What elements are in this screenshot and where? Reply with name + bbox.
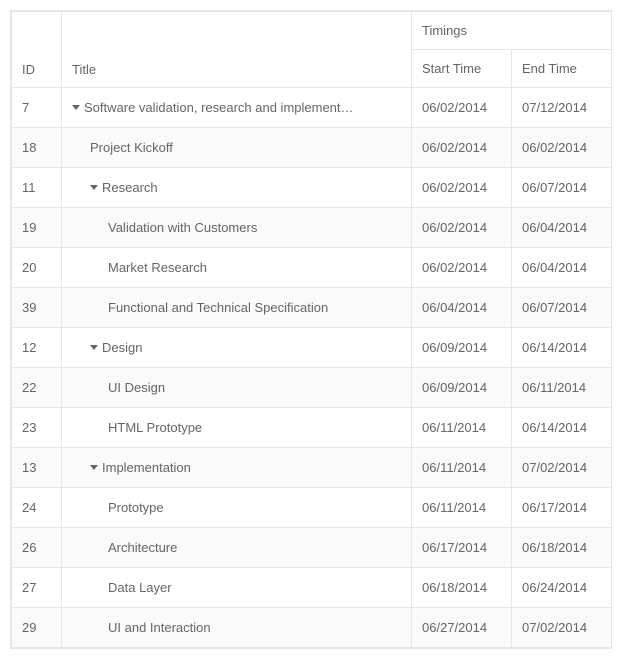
title-text: Design (102, 340, 142, 355)
cell-start-time: 06/04/2014 (412, 288, 512, 328)
table-row[interactable]: 24 Prototype 06/11/201406/17/2014 (12, 488, 612, 528)
cell-id: 13 (12, 448, 62, 488)
header-id[interactable]: ID (12, 12, 62, 88)
cell-title: Market Research (62, 248, 412, 288)
cell-id: 18 (12, 128, 62, 168)
table-body: 7 Software validation, research and imple… (12, 88, 612, 648)
cell-start-time: 06/11/2014 (412, 408, 512, 448)
cell-end-time: 06/14/2014 (512, 408, 612, 448)
cell-start-time: 06/09/2014 (412, 368, 512, 408)
cell-start-time: 06/02/2014 (412, 128, 512, 168)
cell-end-time: 06/04/2014 (512, 248, 612, 288)
cell-end-time: 06/07/2014 (512, 168, 612, 208)
cell-start-time: 06/11/2014 (412, 448, 512, 488)
table-row[interactable]: 7 Software validation, research and imple… (12, 88, 612, 128)
cell-title: Implementation (62, 448, 412, 488)
table-row[interactable]: 12 Design 06/09/201406/14/2014 (12, 328, 612, 368)
table-row[interactable]: 39 Functional and Technical Specification… (12, 288, 612, 328)
cell-title: HTML Prototype (62, 408, 412, 448)
chevron-down-icon[interactable] (90, 345, 98, 350)
cell-end-time: 06/04/2014 (512, 208, 612, 248)
table-row[interactable]: 26 Architecture 06/17/201406/18/2014 (12, 528, 612, 568)
chevron-down-icon[interactable] (90, 465, 98, 470)
table-row[interactable]: 27 Data Layer 06/18/201406/24/2014 (12, 568, 612, 608)
cell-id: 20 (12, 248, 62, 288)
table-row[interactable]: 18 Project Kickoff 06/02/201406/02/2014 (12, 128, 612, 168)
cell-title: Validation with Customers (62, 208, 412, 248)
title-text: UI and Interaction (108, 620, 211, 635)
cell-id: 24 (12, 488, 62, 528)
cell-title: UI Design (62, 368, 412, 408)
cell-end-time: 07/12/2014 (512, 88, 612, 128)
cell-title: Functional and Technical Specification (62, 288, 412, 328)
table-row[interactable]: 22 UI Design 06/09/201406/11/2014 (12, 368, 612, 408)
table-row[interactable]: 29 UI and Interaction 06/27/201407/02/2014 (12, 608, 612, 648)
cell-title: Data Layer (62, 568, 412, 608)
header-end-time[interactable]: End Time (512, 50, 612, 88)
table-row[interactable]: 19 Validation with Customers 06/02/201406/… (12, 208, 612, 248)
title-text: Functional and Technical Specification (108, 300, 328, 315)
chevron-down-icon[interactable] (72, 105, 80, 110)
cell-end-time: 06/24/2014 (512, 568, 612, 608)
cell-start-time: 06/09/2014 (412, 328, 512, 368)
cell-end-time: 06/11/2014 (512, 368, 612, 408)
title-text: Implementation (102, 460, 191, 475)
header-timings[interactable]: Timings (412, 12, 612, 50)
cell-title: UI and Interaction (62, 608, 412, 648)
table-row[interactable]: 23 HTML Prototype 06/11/201406/14/2014 (12, 408, 612, 448)
chevron-down-icon[interactable] (90, 185, 98, 190)
cell-start-time: 06/27/2014 (412, 608, 512, 648)
title-text: Data Layer (108, 580, 172, 595)
cell-title: Architecture (62, 528, 412, 568)
cell-end-time: 07/02/2014 (512, 608, 612, 648)
cell-end-time: 06/02/2014 (512, 128, 612, 168)
cell-end-time: 06/17/2014 (512, 488, 612, 528)
table-row[interactable]: 13 Implementation 06/11/201407/02/2014 (12, 448, 612, 488)
cell-start-time: 06/11/2014 (412, 488, 512, 528)
cell-end-time: 06/07/2014 (512, 288, 612, 328)
cell-start-time: 06/02/2014 (412, 208, 512, 248)
tree-table: ID Title Timings Start Time End Time 7 So… (10, 10, 612, 649)
cell-title: Prototype (62, 488, 412, 528)
cell-id: 12 (12, 328, 62, 368)
cell-title: Project Kickoff (62, 128, 412, 168)
cell-start-time: 06/02/2014 (412, 168, 512, 208)
cell-id: 39 (12, 288, 62, 328)
title-text: Project Kickoff (90, 140, 173, 155)
header-start-time[interactable]: Start Time (412, 50, 512, 88)
title-text: Validation with Customers (108, 220, 257, 235)
cell-id: 7 (12, 88, 62, 128)
cell-title: Software validation, research and implem… (62, 88, 412, 128)
title-text: UI Design (108, 380, 165, 395)
cell-end-time: 07/02/2014 (512, 448, 612, 488)
title-text: Research (102, 180, 158, 195)
cell-id: 11 (12, 168, 62, 208)
cell-id: 19 (12, 208, 62, 248)
table-row[interactable]: 20 Market Research 06/02/201406/04/2014 (12, 248, 612, 288)
cell-title: Research (62, 168, 412, 208)
cell-start-time: 06/17/2014 (412, 528, 512, 568)
title-text: Software validation, research and implem… (84, 100, 354, 115)
title-text: Prototype (108, 500, 164, 515)
cell-id: 23 (12, 408, 62, 448)
cell-start-time: 06/02/2014 (412, 248, 512, 288)
cell-end-time: 06/14/2014 (512, 328, 612, 368)
table-header: ID Title Timings Start Time End Time (12, 12, 612, 88)
cell-id: 27 (12, 568, 62, 608)
title-text: Market Research (108, 260, 207, 275)
table-row[interactable]: 11 Research 06/02/201406/07/2014 (12, 168, 612, 208)
cell-start-time: 06/18/2014 (412, 568, 512, 608)
title-text: HTML Prototype (108, 420, 202, 435)
cell-id: 29 (12, 608, 62, 648)
title-text: Architecture (108, 540, 177, 555)
cell-start-time: 06/02/2014 (412, 88, 512, 128)
header-title[interactable]: Title (62, 12, 412, 88)
cell-end-time: 06/18/2014 (512, 528, 612, 568)
cell-id: 22 (12, 368, 62, 408)
cell-id: 26 (12, 528, 62, 568)
cell-title: Design (62, 328, 412, 368)
